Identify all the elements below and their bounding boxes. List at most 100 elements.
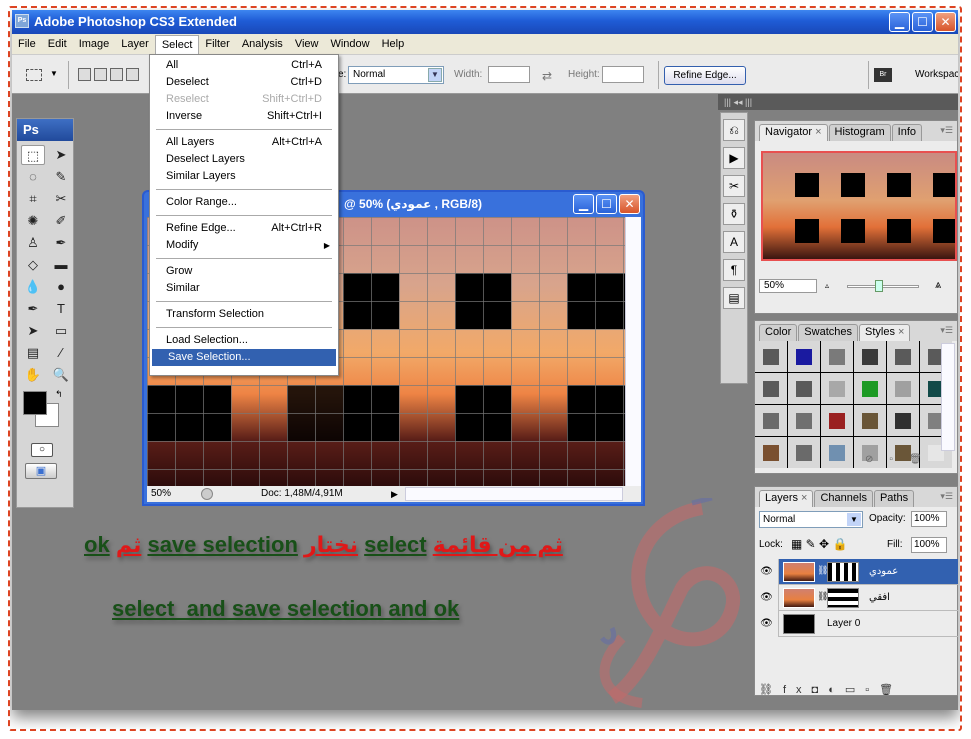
tab-histogram[interactable]: Histogram: [828, 124, 891, 141]
menu-edit[interactable]: Edit: [42, 34, 73, 54]
tab-swatches[interactable]: Swatches: [798, 324, 858, 341]
subtract-selection-icon[interactable]: [110, 68, 123, 81]
brush-tool-icon[interactable]: ✐: [49, 211, 73, 231]
style-swatch[interactable]: [887, 341, 919, 372]
crop-tool-icon[interactable]: ⌗: [21, 189, 45, 209]
tab-navigator[interactable]: Navigator ×: [759, 124, 828, 141]
styles-scrollbar[interactable]: [941, 343, 955, 451]
link-layers-icon[interactable]: ⛓: [759, 684, 783, 696]
style-swatch[interactable]: [854, 373, 886, 404]
pen-tool-icon[interactable]: ✒: [21, 299, 45, 319]
layer-row[interactable]: 👁 ⛓ افقي: [755, 585, 958, 611]
tab-layers[interactable]: Layers ×: [759, 490, 814, 507]
new-style-icon[interactable]: ▫: [889, 454, 909, 465]
close-icon[interactable]: ×: [815, 126, 821, 138]
style-swatch[interactable]: [755, 405, 787, 436]
brushes-icon[interactable]: ⚱: [723, 203, 745, 225]
new-selection-icon[interactable]: [78, 68, 91, 81]
zoom-in-icon[interactable]: ⩓: [935, 279, 941, 292]
tab-paths[interactable]: Paths: [873, 490, 915, 507]
path-select-tool-icon[interactable]: ➤: [21, 321, 45, 341]
menu-item-color-range[interactable]: Color Range...: [150, 194, 338, 211]
swap-icon[interactable]: ⇄: [542, 69, 552, 83]
menu-item-all-layers[interactable]: All Layers Alt+Ctrl+A: [150, 134, 338, 151]
character-icon[interactable]: A: [723, 231, 745, 253]
fill-input[interactable]: 100%: [911, 537, 947, 553]
fx-icon[interactable]: fx: [783, 684, 812, 696]
menu-item-inverse[interactable]: Inverse Shift+Ctrl+I: [150, 108, 338, 125]
blend-mode-select[interactable]: Normal ▼: [759, 511, 863, 528]
blur-tool-icon[interactable]: 💧: [21, 277, 45, 297]
hand-tool-icon[interactable]: ✋: [21, 365, 45, 385]
dodge-tool-icon[interactable]: ●: [49, 277, 73, 297]
menu-image[interactable]: Image: [73, 34, 116, 54]
zoom-level[interactable]: 50%: [151, 486, 171, 502]
eyedropper-tool-icon[interactable]: ⁄: [49, 343, 73, 363]
layer-comps-icon[interactable]: ▤: [723, 287, 745, 309]
adjustment-layer-icon[interactable]: ◐: [828, 684, 845, 696]
status-menu-arrow-icon[interactable]: ▶: [391, 486, 398, 502]
menu-filter[interactable]: Filter: [199, 34, 235, 54]
lock-icons[interactable]: ▦ ✎ ✥ 🔒: [791, 537, 847, 551]
menu-item-similar[interactable]: Similar: [150, 280, 338, 297]
chevron-down-icon[interactable]: ▼: [50, 69, 58, 78]
style-swatch[interactable]: [788, 437, 820, 468]
panel-menu-icon[interactable]: ▾☰: [940, 491, 953, 502]
tab-color[interactable]: Color: [759, 324, 798, 341]
opacity-input[interactable]: 100%: [911, 511, 947, 527]
menu-item-load-selection[interactable]: Load Selection...: [150, 332, 338, 349]
menu-item-all[interactable]: All Ctrl+A: [150, 57, 338, 74]
marquee-preset-icon[interactable]: [26, 69, 42, 81]
eye-icon[interactable]: 👁: [755, 611, 779, 637]
style-swatch[interactable]: [887, 405, 919, 436]
menu-item-modify[interactable]: Modify ▶: [150, 237, 338, 254]
zoom-tool-icon[interactable]: 🔍: [49, 365, 73, 385]
history-icon[interactable]: ⎌: [723, 119, 745, 141]
shape-tool-icon[interactable]: ▭: [49, 321, 73, 341]
menu-file[interactable]: File: [12, 34, 42, 54]
panel-menu-icon[interactable]: ▾☰: [940, 125, 953, 136]
marquee-tool-icon[interactable]: ⬚: [21, 145, 45, 165]
tab-info[interactable]: Info: [891, 124, 922, 141]
doc-minimize-button[interactable]: ▁: [573, 194, 594, 214]
eraser-tool-icon[interactable]: ◇: [21, 255, 45, 275]
menu-item-deselect-layers[interactable]: Deselect Layers: [150, 151, 338, 168]
style-select[interactable]: Normal ▼: [348, 66, 444, 84]
refine-edge-button[interactable]: Refine Edge...: [664, 66, 746, 85]
eye-icon[interactable]: 👁: [755, 559, 779, 585]
menu-item-similar-layers[interactable]: Similar Layers: [150, 168, 338, 185]
style-swatch[interactable]: [821, 405, 853, 436]
history-brush-tool-icon[interactable]: ✒: [49, 233, 73, 253]
minimize-button[interactable]: ▁: [889, 12, 910, 32]
screen-mode-button[interactable]: ▣: [25, 463, 57, 479]
style-swatch[interactable]: [887, 373, 919, 404]
healing-tool-icon[interactable]: ✺: [21, 211, 45, 231]
vertical-scrollbar[interactable]: [625, 217, 641, 489]
style-swatch[interactable]: [788, 405, 820, 436]
style-swatch[interactable]: [755, 341, 787, 372]
style-swatch[interactable]: [854, 405, 886, 436]
menu-window[interactable]: Window: [324, 34, 375, 54]
menu-select[interactable]: Select: [154, 34, 200, 54]
menu-item-save-selection[interactable]: Save Selection...: [152, 349, 336, 366]
style-swatch[interactable]: [788, 341, 820, 372]
magic-wand-tool-icon[interactable]: ✎: [49, 167, 73, 187]
menu-item-refine-edge[interactable]: Refine Edge... Alt+Ctrl+R: [150, 220, 338, 237]
swap-colors-icon[interactable]: ↰: [55, 389, 63, 400]
layer-row[interactable]: 👁 Layer 0: [755, 611, 958, 637]
style-swatch[interactable]: [854, 341, 886, 372]
close-icon[interactable]: ×: [898, 326, 904, 338]
dock-header[interactable]: ||| ◂◂ |||: [718, 94, 958, 110]
horizontal-scrollbar[interactable]: [405, 487, 623, 501]
menu-layer[interactable]: Layer: [115, 34, 155, 54]
maximize-button[interactable]: ☐: [912, 12, 933, 32]
navigator-preview[interactable]: [761, 151, 957, 261]
navigator-zoom-input[interactable]: 50%: [759, 279, 817, 293]
type-tool-icon[interactable]: T: [49, 299, 73, 319]
tab-styles[interactable]: Styles ×: [859, 324, 911, 341]
style-swatch[interactable]: [821, 341, 853, 372]
trash-icon[interactable]: 🗑: [909, 454, 938, 465]
clear-style-icon[interactable]: ⊘: [865, 454, 889, 465]
close-icon[interactable]: ×: [801, 492, 807, 504]
lasso-tool-icon[interactable]: ◌: [21, 167, 45, 187]
